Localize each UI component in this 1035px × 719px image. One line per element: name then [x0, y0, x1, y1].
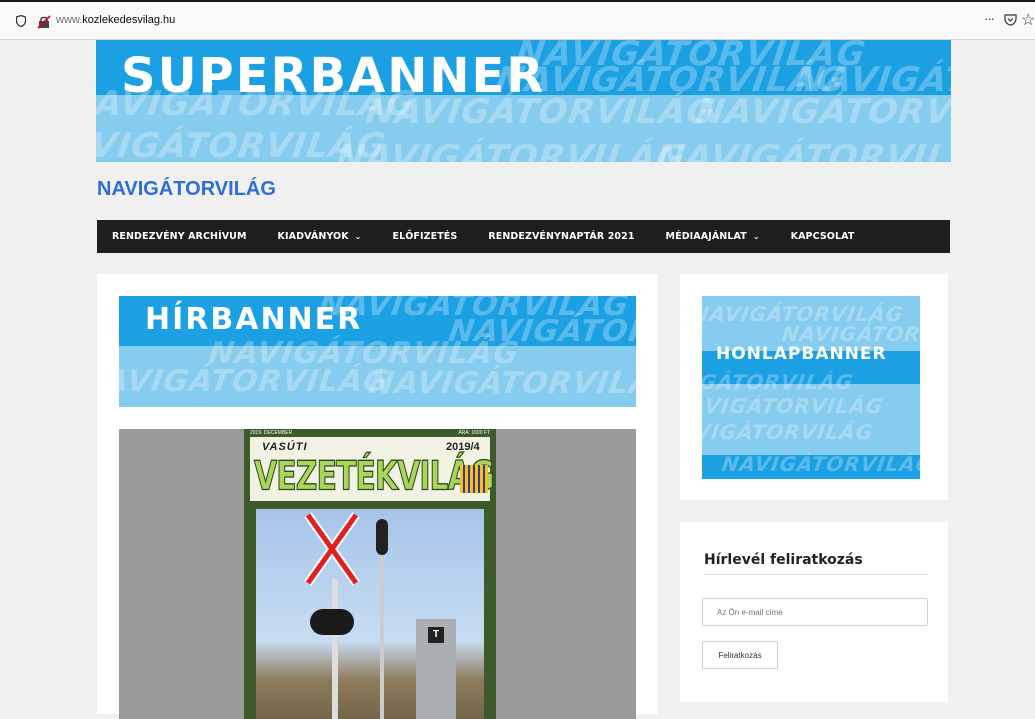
honlapbanner-label: HONLAPBANNER [716, 344, 887, 364]
email-field[interactable] [702, 598, 928, 626]
subscribe-button[interactable]: Feliratkozás [702, 641, 778, 669]
sign-pole [332, 579, 338, 719]
nav-item-mediaajanlat[interactable]: MÉDIAAJÁNLAT ⌄ [666, 231, 760, 242]
cover-price: ÁRA: 1600 FT [458, 430, 490, 436]
superbanner-label: SUPERBANNER [121, 48, 546, 104]
nav-item-kiadvanyok[interactable]: KIADVÁNYOK ⌄ [278, 231, 362, 242]
nav-item-label: MÉDIAAJÁNLAT [665, 231, 747, 242]
browser-url-bar: www.kozlekedesvilag.hu ··· ☆ [0, 0, 1035, 40]
hirbanner-ad[interactable]: NAVIGÁTORVILÁG NAVIGÁTORVILÁG NAVIGÁTORV… [119, 296, 636, 407]
nav-item-label: RENDEZVÉNY ARCHÍVUM [112, 231, 247, 242]
hirbanner-label: HÍRBANNER [145, 302, 363, 337]
banner-watermark: NAVIGÁTORVILÁG [702, 420, 876, 444]
honlapbanner-ad[interactable]: NAVIGÁTORVILÁG NAVIGÁTORVILÁG NAVIGÁTORV… [702, 296, 920, 479]
newsletter-card: Hírlevél feliratkozás Feliratkozás [680, 522, 948, 702]
main-nav: RENDEZVÉNY ARCHÍVUM KIADVÁNYOK ⌄ ELŐFIZE… [97, 220, 950, 253]
newsletter-divider [704, 574, 928, 575]
address-field[interactable]: www.kozlekedesvilag.hu [56, 14, 175, 26]
web-page: NAVIGÁTORVILÁG NAVIGÁTORVILÁG NAVIGÁTORV… [0, 40, 1035, 719]
url-prefix: www. [56, 14, 83, 26]
url-domain: kozlekedesvilag.hu [82, 14, 176, 26]
banner-watermark: NAVIGÁTORVILÁG [720, 452, 920, 476]
magazine-cover: 2019. DECEMBER ÁRA: 1600 FT VASÚTI 2019/… [244, 429, 496, 719]
crossing-light-icon [310, 609, 354, 635]
nav-item-rendezvenynaptar[interactable]: RENDEZVÉNYNAPTÁR 2021 [488, 231, 634, 242]
nav-item-label: KAPCSOLAT [790, 231, 855, 242]
nav-item-label: RENDEZVÉNYNAPTÁR 2021 [488, 231, 635, 242]
signal-light-icon [376, 519, 388, 555]
nav-item-rendezveny-archivum[interactable]: RENDEZVÉNY ARCHÍVUM [112, 231, 247, 242]
railway-crossing-sign-icon [304, 512, 360, 586]
bookmark-star-icon[interactable]: ☆ [1021, 10, 1035, 30]
banner-watermark: NAVIGÁTORVILÁG [780, 322, 920, 346]
cover-vasuti: VASÚTI [262, 441, 308, 453]
cover-photo: T [256, 509, 484, 719]
sidebar-banner-card: NAVIGÁTORVILÁG NAVIGÁTORVILÁG NAVIGÁTORV… [680, 274, 948, 500]
nav-item-kapcsolat[interactable]: KAPCSOLAT [791, 231, 855, 242]
cover-issue: 2019/4 [446, 441, 480, 453]
cover-title: VEZETÉKVILÁG [254, 452, 495, 501]
signal-mast [380, 555, 384, 719]
insecure-lock-icon[interactable] [37, 15, 51, 29]
banner-watermark: NAVIGÁTORVILÁG [702, 370, 856, 394]
pocket-icon[interactable] [1004, 13, 1017, 26]
superbanner-ad[interactable]: NAVIGÁTORVILÁG NAVIGÁTORVILÁG NAVIGÁTORV… [96, 40, 951, 162]
main-content: NAVIGÁTORVILÁG NAVIGÁTORVILÁG NAVIGÁTORV… [97, 274, 658, 719]
cover-topline: 2019. DECEMBER ÁRA: 1600 FT [250, 430, 490, 436]
box-letter: T [428, 627, 444, 643]
chevron-down-icon: ⌄ [354, 232, 362, 241]
nav-item-elofizetes[interactable]: ELŐFIZETÉS [392, 231, 457, 242]
cover-date: 2019. DECEMBER [250, 430, 293, 436]
chevron-down-icon: ⌄ [752, 232, 760, 241]
nav-item-label: ELŐFIZETÉS [392, 231, 458, 242]
newsletter-title: Hírlevél feliratkozás [704, 552, 863, 568]
banner-watermark: NAVIGÁTORVILÁG [366, 366, 636, 401]
nav-item-label: KIADVÁNYOK [277, 231, 349, 242]
shield-icon[interactable] [16, 15, 26, 27]
site-title[interactable]: NAVIGÁTORVILÁG [97, 178, 276, 201]
banner-watermark: NAVIGÁTORVILÁG [333, 138, 689, 162]
banner-watermark: NAVIGÁTORVILÁG [702, 394, 886, 418]
banner-watermark: NAVIGÁTORVILÁG [653, 138, 951, 162]
banner-watermark: NAVIGÁTORVILÁG [119, 364, 392, 399]
banner-watermark: NAVIGÁTORVILÁG [693, 92, 951, 132]
cover-masthead: VASÚTI 2019/4 VEZETÉKVILÁG [250, 437, 495, 501]
page-actions-icon[interactable]: ··· [984, 11, 995, 26]
featured-image[interactable]: 2019. DECEMBER ÁRA: 1600 FT VASÚTI 2019/… [119, 429, 636, 719]
magazine-logo-icon [460, 465, 488, 493]
